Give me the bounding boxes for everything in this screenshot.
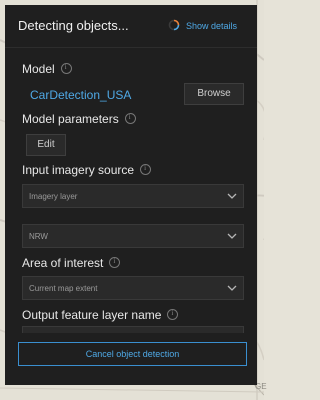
area-of-interest-label: Area of interest — [22, 256, 104, 270]
chevron-down-icon — [227, 285, 237, 291]
output-layer-section-label: Output feature layer name — [22, 308, 179, 322]
model-parameters-section-label: Model parameters — [22, 112, 136, 126]
area-of-interest-dropdown[interactable]: Current map extent — [22, 276, 244, 300]
model-section-label: Model — [22, 62, 72, 76]
imagery-layer-dropdown[interactable]: NRW — [22, 224, 244, 248]
info-icon[interactable] — [60, 63, 72, 74]
chevron-down-icon — [227, 193, 237, 199]
output-layer-label: Output feature layer name — [22, 308, 162, 322]
info-icon[interactable] — [140, 164, 152, 175]
imagery-source-dropdown[interactable]: Imagery layer — [22, 184, 244, 208]
imagery-layer-value: NRW — [29, 232, 48, 241]
model-label: Model — [22, 62, 55, 76]
info-icon[interactable] — [167, 309, 179, 320]
info-icon[interactable] — [124, 113, 136, 124]
area-of-interest-value: Current map extent — [29, 284, 98, 293]
cancel-detection-button[interactable]: Cancel object detection — [18, 342, 247, 366]
model-parameters-label: Model parameters — [22, 112, 119, 126]
chevron-down-icon — [227, 233, 237, 239]
browse-button[interactable]: Browse — [184, 83, 244, 105]
show-details-link[interactable]: Show details — [186, 21, 237, 31]
panel-title: Detecting objects... — [18, 18, 129, 33]
imagery-source-value: Imagery layer — [29, 192, 78, 201]
object-detection-panel: Detecting objects... Show details Model … — [5, 5, 257, 385]
input-imagery-label: Input imagery source — [22, 163, 135, 177]
model-name-link[interactable]: CarDetection_USA — [30, 88, 131, 102]
edit-parameters-button[interactable]: Edit — [26, 134, 66, 156]
panel-header: Detecting objects... Show details — [5, 5, 257, 48]
input-imagery-section-label: Input imagery source — [22, 163, 152, 177]
area-of-interest-section-label: Area of interest — [22, 256, 121, 270]
loading-spinner-icon — [168, 19, 180, 31]
info-icon[interactable] — [109, 257, 121, 268]
